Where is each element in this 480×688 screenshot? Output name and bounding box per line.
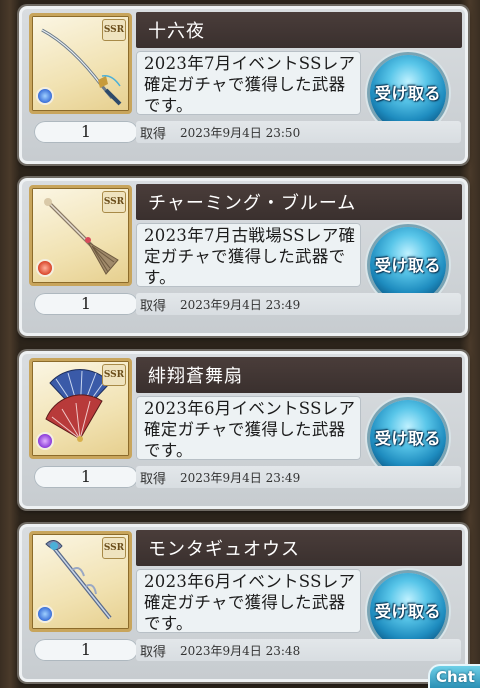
acquired-date: 2023年9月4日 23:50 <box>180 126 301 140</box>
acquired-label: 取得 <box>140 472 167 487</box>
gift-card: SSR 十六夜 2023年7月イベントSSレア確定ガチャで獲得した武器です。 受… <box>19 6 468 164</box>
gift-card: SSR モンタギュオウス 2023年6月イベントSSレア確定ガチャで獲得した武器… <box>19 524 468 682</box>
receive-button[interactable]: 受け取る <box>370 227 446 303</box>
gift-card: SSR 緋翔蒼舞扇 2023年6月イベントSSレア確定ガチャで獲得した武器です。… <box>19 351 468 509</box>
weapon-thumbnail[interactable]: SSR <box>29 13 132 114</box>
acquired-row: 取得 2023年9月4日 23:49 <box>136 293 461 315</box>
item-description: 2023年7月イベントSSレア確定ガチャで獲得した武器です。 <box>144 54 356 115</box>
acquired-date: 2023年9月4日 23:49 <box>180 298 301 312</box>
weapon-thumbnail[interactable]: SSR <box>29 185 132 286</box>
item-name: モンタギュオウス <box>148 539 300 560</box>
quantity-field[interactable]: 1 <box>34 121 138 143</box>
item-name: 十六夜 <box>148 21 205 42</box>
quantity-field[interactable]: 1 <box>34 466 138 488</box>
receive-button[interactable]: 受け取る <box>370 573 446 649</box>
item-name: 緋翔蒼舞扇 <box>148 366 243 387</box>
quantity-field[interactable]: 1 <box>34 639 138 661</box>
element-icon <box>36 259 54 277</box>
rarity-badge: SSR <box>102 19 126 41</box>
description-box: 2023年7月古戦場SSレア確定ガチャで獲得した武器です。 <box>136 223 361 287</box>
chat-button[interactable]: Chat <box>428 664 480 688</box>
description-box: 2023年6月イベントSSレア確定ガチャで獲得した武器です。 <box>136 569 361 633</box>
receive-button-label: 受け取る <box>374 84 441 103</box>
acquired-date: 2023年9月4日 23:48 <box>180 644 301 658</box>
quantity-field[interactable]: 1 <box>34 293 138 315</box>
element-icon <box>36 432 54 450</box>
receive-button-label: 受け取る <box>374 602 441 621</box>
chat-button-label: Chat <box>436 668 475 686</box>
acquired-row: 取得 2023年9月4日 23:49 <box>136 466 461 488</box>
acquired-label: 取得 <box>140 299 167 314</box>
item-title-bar: チャーミング・ブルーム <box>136 184 462 220</box>
weapon-thumbnail[interactable]: SSR <box>29 358 132 459</box>
element-icon <box>36 605 54 623</box>
item-title-bar: 十六夜 <box>136 12 462 48</box>
item-description: 2023年6月イベントSSレア確定ガチャで獲得した武器です。 <box>144 572 356 633</box>
description-box: 2023年7月イベントSSレア確定ガチャで獲得した武器です。 <box>136 51 361 115</box>
element-icon <box>36 87 54 105</box>
receive-button-label: 受け取る <box>374 256 441 275</box>
item-description: 2023年6月イベントSSレア確定ガチャで獲得した武器です。 <box>144 399 356 460</box>
receive-button[interactable]: 受け取る <box>370 55 446 131</box>
item-title-bar: モンタギュオウス <box>136 530 462 566</box>
item-title-bar: 緋翔蒼舞扇 <box>136 357 462 393</box>
item-name: チャーミング・ブルーム <box>148 193 357 214</box>
acquired-label: 取得 <box>140 645 167 660</box>
acquired-label: 取得 <box>140 127 167 142</box>
acquired-date: 2023年9月4日 23:49 <box>180 471 301 485</box>
gift-card: SSR チャーミング・ブルーム 2023年7月古戦場SSレア確定ガチャで獲得した… <box>19 178 468 336</box>
rarity-badge: SSR <box>102 537 126 559</box>
acquired-row: 取得 2023年9月4日 23:48 <box>136 639 461 661</box>
acquired-row: 取得 2023年9月4日 23:50 <box>136 121 461 143</box>
item-description: 2023年7月古戦場SSレア確定ガチャで獲得した武器です。 <box>144 226 356 287</box>
receive-button[interactable]: 受け取る <box>370 400 446 476</box>
weapon-thumbnail[interactable]: SSR <box>29 531 132 632</box>
description-box: 2023年6月イベントSSレア確定ガチャで獲得した武器です。 <box>136 396 361 460</box>
receive-button-label: 受け取る <box>374 429 441 448</box>
rarity-badge: SSR <box>102 364 126 386</box>
rarity-badge: SSR <box>102 191 126 213</box>
